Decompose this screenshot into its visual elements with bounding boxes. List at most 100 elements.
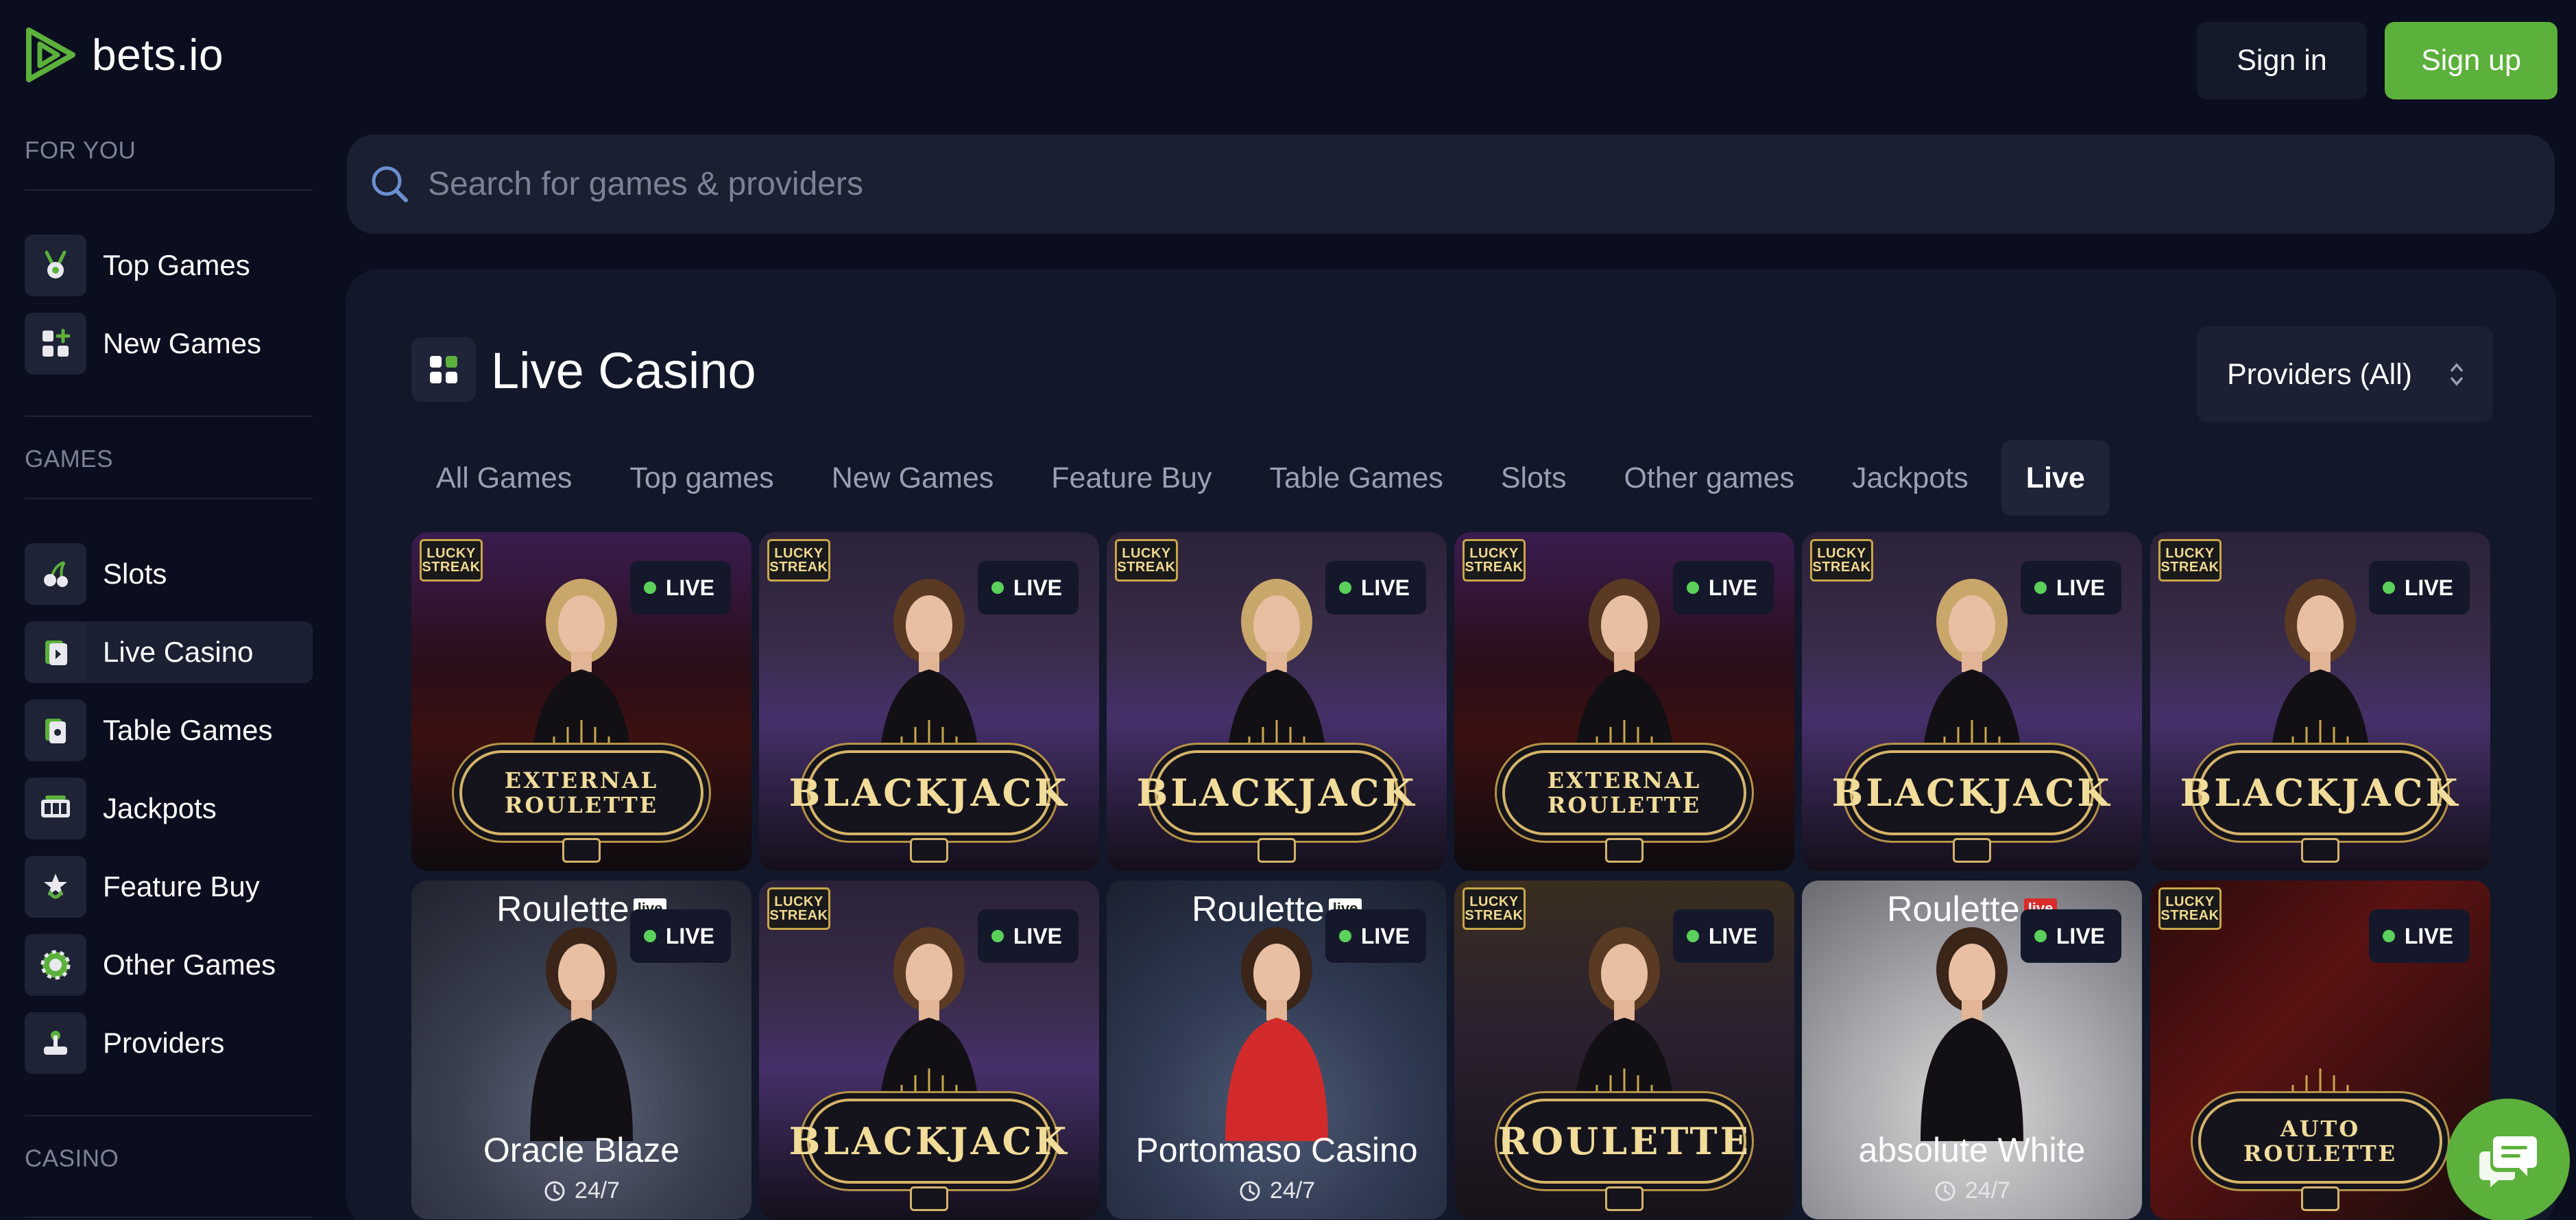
page-title: Live Casino bbox=[491, 342, 756, 399]
category-tabs: All Games Top games New Games Feature Bu… bbox=[411, 440, 2118, 516]
tab-feature-buy[interactable]: Feature Buy bbox=[1026, 440, 1236, 516]
sign-up-button[interactable]: Sign up bbox=[2385, 22, 2557, 99]
game-tile[interactable]: LUCKY STREAK AUTO ROULETTE LIVE bbox=[2150, 881, 2490, 1219]
sidebar-item-live-casino[interactable]: Live Casino bbox=[25, 621, 313, 683]
provider-emblem bbox=[2301, 1186, 2339, 1211]
live-badge: LIVE bbox=[1325, 561, 1426, 614]
sign-in-button[interactable]: Sign in bbox=[2197, 22, 2367, 99]
game-tile[interactable]: LUCKY STREAK EXTERNAL ROULETTE LIVE bbox=[1454, 532, 1794, 871]
brand-logo[interactable]: bets.io bbox=[25, 26, 224, 84]
sidebar-divider bbox=[25, 1115, 313, 1116]
tab-table-games[interactable]: Table Games bbox=[1245, 440, 1468, 516]
tab-new-games[interactable]: New Games bbox=[807, 440, 1019, 516]
tab-other-games[interactable]: Other games bbox=[1599, 440, 1819, 516]
jackpot-icon bbox=[25, 778, 86, 839]
provider-emblem bbox=[910, 838, 948, 863]
game-logo: BLACKJACK bbox=[2180, 750, 2457, 835]
live-badge: LIVE bbox=[2020, 909, 2121, 963]
provider-logo: LUCKY STREAK bbox=[767, 539, 830, 582]
sidebar-item-other-games[interactable]: Other Games bbox=[25, 934, 313, 996]
live-dot-icon bbox=[991, 930, 1004, 942]
game-logo: BLACKJACK bbox=[1832, 750, 2109, 835]
tab-live[interactable]: Live bbox=[2001, 440, 2110, 516]
provider-emblem bbox=[562, 838, 601, 863]
game-tile[interactable]: LUCKY STREAK BLACKJACK LIVE bbox=[2150, 532, 2490, 871]
tab-jackpots[interactable]: Jackpots bbox=[1827, 440, 1993, 516]
sidebar-item-label: Table Games bbox=[103, 714, 273, 746]
game-logo: AUTO ROULETTE bbox=[2198, 1099, 2442, 1184]
sidebar-item-label: Slots bbox=[103, 558, 167, 590]
live-dot-icon bbox=[1338, 582, 1351, 594]
chat-button[interactable] bbox=[2446, 1099, 2570, 1220]
grid-plus-icon bbox=[25, 313, 86, 374]
providers-select[interactable]: Providers (All) bbox=[2197, 326, 2493, 422]
game-tile[interactable]: LUCKY STREAK BLACKJACK LIVE bbox=[759, 532, 1099, 871]
clock-icon bbox=[544, 1181, 565, 1201]
sidebar-item-feature-buy[interactable]: Feature Buy bbox=[25, 856, 313, 918]
game-tile[interactable]: Roulette live absolute White 24/7 LIVE bbox=[1802, 881, 2142, 1219]
sidebar-section-casino: CASINO bbox=[25, 1145, 119, 1172]
sidebar-item-label: Jackpots bbox=[103, 792, 217, 824]
provider-logo: LUCKY STREAK bbox=[1462, 539, 1526, 582]
sidebar-item-label: Top Games bbox=[103, 249, 250, 281]
tab-all-games[interactable]: All Games bbox=[411, 440, 597, 516]
live-dot-icon bbox=[2382, 582, 2395, 594]
game-tile[interactable]: LUCKY STREAK ROULETTE LIVE bbox=[1454, 881, 1794, 1219]
live-dot-icon bbox=[1686, 930, 1699, 942]
sidebar-section-for-you: FOR YOU bbox=[25, 137, 136, 164]
logo-mark-icon bbox=[26, 27, 75, 82]
sidebar-item-table-games[interactable]: Table Games bbox=[25, 699, 313, 761]
tab-slots[interactable]: Slots bbox=[1476, 440, 1591, 516]
joystick-icon bbox=[25, 1012, 86, 1074]
sidebar-item-slots[interactable]: Slots bbox=[25, 543, 313, 605]
sidebar-item-top-games[interactable]: Top Games bbox=[25, 235, 313, 296]
game-name: Portomaso Casino bbox=[1135, 1131, 1418, 1169]
provider-logo: LUCKY STREAK bbox=[767, 887, 830, 930]
provider-logo: LUCKY STREAK bbox=[420, 539, 483, 582]
sidebar-item-new-games[interactable]: New Games bbox=[25, 313, 313, 374]
dealer-image bbox=[530, 927, 633, 1141]
game-tile[interactable]: LUCKY STREAK BLACKJACK LIVE bbox=[1107, 532, 1447, 871]
provider-emblem bbox=[1257, 838, 1296, 863]
game-tile[interactable]: LUCKY STREAK EXTERNAL ROULETTE LIVE bbox=[411, 532, 751, 871]
tab-top-games[interactable]: Top games bbox=[605, 440, 798, 516]
provider-emblem bbox=[910, 1186, 948, 1211]
chat-icon bbox=[2479, 1136, 2537, 1187]
live-badge: LIVE bbox=[977, 561, 1079, 614]
live-dot-icon bbox=[643, 582, 656, 594]
game-tile[interactable]: Roulette live Oracle Blaze 24/7 LIVE bbox=[411, 881, 751, 1219]
sidebar-item-providers[interactable]: Providers bbox=[25, 1012, 313, 1074]
clock-icon bbox=[1240, 1181, 1260, 1201]
sidebar-item-jackpots[interactable]: Jackpots bbox=[25, 778, 313, 839]
provider-emblem bbox=[1953, 838, 1991, 863]
live-dot-icon bbox=[1686, 582, 1699, 594]
live-dot-icon bbox=[2034, 582, 2047, 594]
game-tile[interactable]: LUCKY STREAK BLACKJACK LIVE bbox=[759, 881, 1099, 1219]
live-badge: LIVE bbox=[1672, 561, 1774, 614]
live-dot-icon bbox=[2382, 930, 2395, 942]
game-logo: BLACKJACK bbox=[789, 750, 1066, 835]
live-badge: LIVE bbox=[977, 909, 1079, 963]
cherries-icon bbox=[25, 543, 86, 605]
sidebar-item-label: Other Games bbox=[103, 948, 276, 981]
live-dot-icon bbox=[1338, 930, 1351, 942]
game-tile[interactable]: Roulette live Portomaso Casino 24/7 LIVE bbox=[1107, 881, 1447, 1219]
sidebar-item-label: Feature Buy bbox=[103, 870, 260, 902]
provider-logo: LUCKY STREAK bbox=[1810, 539, 1873, 582]
search-input[interactable] bbox=[428, 134, 2555, 234]
live-casino-icon bbox=[25, 621, 86, 683]
provider-emblem bbox=[2301, 838, 2339, 863]
sidebar-divider bbox=[25, 498, 313, 499]
live-badge: LIVE bbox=[1672, 909, 1774, 963]
providers-select-value: Providers (All) bbox=[2227, 357, 2412, 391]
sidebar-item-label: Live Casino bbox=[103, 636, 254, 668]
live-badge: LIVE bbox=[629, 909, 731, 963]
search-bar[interactable] bbox=[347, 134, 2555, 234]
chip-icon bbox=[25, 934, 86, 996]
sidebar-divider bbox=[25, 189, 313, 191]
game-name: absolute White bbox=[1858, 1131, 2086, 1169]
game-tile[interactable]: LUCKY STREAK BLACKJACK LIVE bbox=[1802, 532, 2142, 871]
provider-emblem bbox=[1605, 1186, 1644, 1211]
sidebar: FOR YOU Top Games New Games GAMES Slots … bbox=[0, 110, 322, 1220]
game-hours: 24/7 bbox=[1802, 1177, 2142, 1204]
